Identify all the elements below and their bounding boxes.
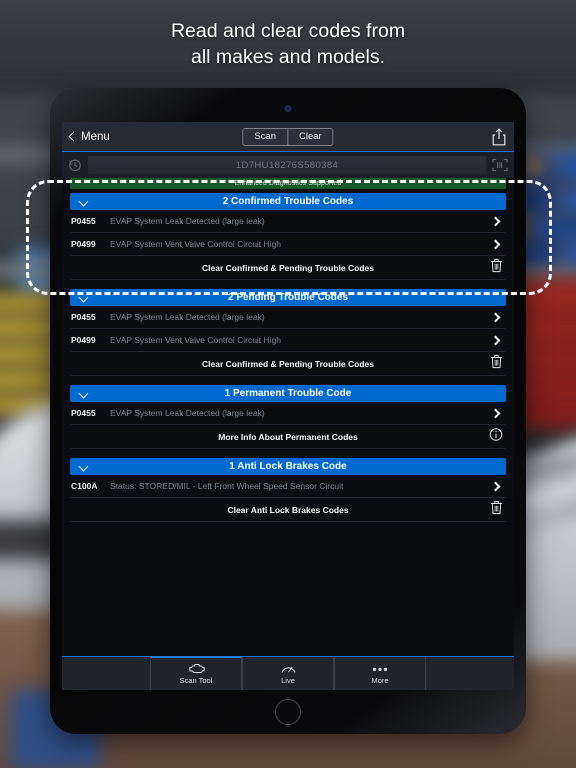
section-header[interactable]: 2 Pending Trouble Codes [70, 289, 506, 306]
action-label: Clear Anti Lock Brakes Codes [227, 504, 349, 515]
table-row[interactable]: P0455 EVAP System Leak Detected (large l… [70, 402, 506, 425]
menu-back-button[interactable]: Menu [68, 130, 110, 143]
clear-confirmed-pending-button[interactable]: Clear Confirmed & Pending Trouble Codes [70, 352, 506, 376]
bg-part-box [556, 150, 576, 182]
table-row[interactable]: P0455 EVAP System Leak Detected (large l… [70, 210, 506, 233]
bg-part-box [530, 216, 576, 242]
code-id: P0499 [71, 335, 96, 345]
chevron-right-icon [490, 335, 501, 345]
share-icon [492, 127, 506, 145]
headline: Read and clear codes from all makes and … [0, 18, 576, 70]
more-info-permanent-codes-button[interactable]: More Info About Permanent Codes [70, 425, 506, 449]
nav-bar: Menu Scan Clear [62, 122, 514, 152]
barcode-scan-icon[interactable] [492, 158, 508, 172]
section-title: 1 Permanent Trouble Code [224, 388, 352, 399]
code-id: C100A [71, 481, 98, 491]
code-description: EVAP System Leak Detected (large leak) [110, 408, 265, 418]
code-description: EVAP System Leak Detected (large leak) [110, 312, 265, 322]
menu-back-label: Menu [81, 130, 110, 143]
code-description: EVAP System Leak Detected (large leak) [110, 216, 265, 226]
vin-value: 1D7HU18276S580384 [235, 159, 339, 171]
trash-icon[interactable] [490, 258, 503, 277]
trash-icon[interactable] [490, 354, 503, 373]
tab-more[interactable]: More [334, 657, 426, 690]
segment-scan[interactable]: Scan [243, 128, 287, 145]
section-header[interactable]: 1 Anti Lock Brakes Code [70, 458, 506, 475]
trash-icon[interactable] [490, 500, 503, 519]
chevron-left-icon [68, 131, 79, 142]
code-description: EVAP System Vent Valve Control Circuit H… [110, 239, 282, 249]
tab-label: More [371, 676, 389, 685]
tab-spacer-right [426, 657, 514, 690]
code-description: Status: STORED/MIL - Left Front Wheel Sp… [110, 481, 344, 491]
segment-clear[interactable]: Clear [286, 128, 333, 145]
chevron-right-icon [490, 481, 501, 491]
section-confirmed-trouble-codes: 2 Confirmed Trouble Codes P0455 EVAP Sys… [70, 193, 506, 280]
table-row[interactable]: P0499 EVAP System Vent Valve Control Cir… [70, 233, 506, 256]
enhanced-diagnostics-label: Enhanced Diagnostics Supported [234, 180, 342, 187]
engine-icon [188, 663, 205, 674]
home-button[interactable] [275, 699, 301, 725]
table-row[interactable]: P0455 EVAP System Leak Detected (large l… [70, 306, 506, 329]
chevron-right-icon [490, 239, 501, 249]
trouble-codes-list: 2 Confirmed Trouble Codes P0455 EVAP Sys… [62, 189, 514, 656]
section-title: 2 Pending Trouble Codes [227, 292, 348, 303]
section-pending-trouble-codes: 2 Pending Trouble Codes P0455 EVAP Syste… [70, 289, 506, 376]
vin-bar: 1D7HU18276S580384 [62, 152, 514, 178]
ellipsis-icon [372, 667, 388, 672]
clear-abs-codes-button[interactable]: Clear Anti Lock Brakes Codes [70, 498, 506, 522]
code-description: EVAP System Vent Valve Control Circuit H… [110, 335, 282, 345]
action-label: More Info About Permanent Codes [218, 431, 358, 442]
gauge-icon [280, 666, 296, 673]
headline-line-2: all makes and models. [190, 46, 385, 68]
bg-part-box [558, 188, 576, 214]
tab-label: Scan Tool [179, 676, 213, 685]
code-id: P0455 [71, 312, 96, 322]
enhanced-diagnostics-banner: Enhanced Diagnostics Supported [70, 178, 506, 189]
tab-scan-tool[interactable]: Scan Tool [150, 655, 242, 690]
table-row[interactable]: C100A Status: STORED/MIL - Left Front Wh… [70, 475, 506, 498]
section-anti-lock-brakes-codes: 1 Anti Lock Brakes Code C100A Status: ST… [70, 458, 506, 522]
scan-clear-segmented-control[interactable]: Scan Clear [242, 127, 334, 146]
info-icon[interactable] [489, 427, 503, 446]
section-header[interactable]: 2 Confirmed Trouble Codes [70, 193, 506, 210]
front-camera [284, 105, 292, 112]
tablet-device: Menu Scan Clear 1D7HU18276S580384 Enhanc… [50, 88, 526, 734]
tab-spacer-left [62, 657, 150, 690]
action-label: Clear Confirmed & Pending Trouble Codes [202, 262, 374, 273]
tab-live[interactable]: Live [242, 657, 334, 690]
code-id: P0455 [71, 216, 96, 226]
share-button[interactable] [492, 127, 506, 146]
section-title: 1 Anti Lock Brakes Code [229, 461, 347, 472]
tablet-screen: Menu Scan Clear 1D7HU18276S580384 Enhanc… [62, 122, 514, 690]
chevron-right-icon [490, 312, 501, 322]
bg-part-box [562, 240, 576, 266]
table-row[interactable]: P0499 EVAP System Vent Valve Control Cir… [70, 329, 506, 352]
section-permanent-trouble-codes: 1 Permanent Trouble Code P0455 EVAP Syst… [70, 385, 506, 449]
tab-bar: Scan Tool Live More [62, 655, 514, 690]
section-title: 2 Confirmed Trouble Codes [222, 196, 354, 207]
chevron-right-icon [490, 408, 501, 418]
code-id: P0455 [71, 408, 96, 418]
vin-input[interactable]: 1D7HU18276S580384 [88, 156, 486, 174]
history-clock-icon[interactable] [68, 158, 82, 172]
code-id: P0499 [71, 239, 96, 249]
tab-label: Live [281, 676, 295, 685]
action-label: Clear Confirmed & Pending Trouble Codes [202, 358, 374, 369]
headline-line-1: Read and clear codes from [170, 20, 406, 42]
clear-confirmed-pending-button[interactable]: Clear Confirmed & Pending Trouble Codes [70, 256, 506, 280]
section-header[interactable]: 1 Permanent Trouble Code [70, 385, 506, 402]
chevron-right-icon [490, 216, 501, 226]
